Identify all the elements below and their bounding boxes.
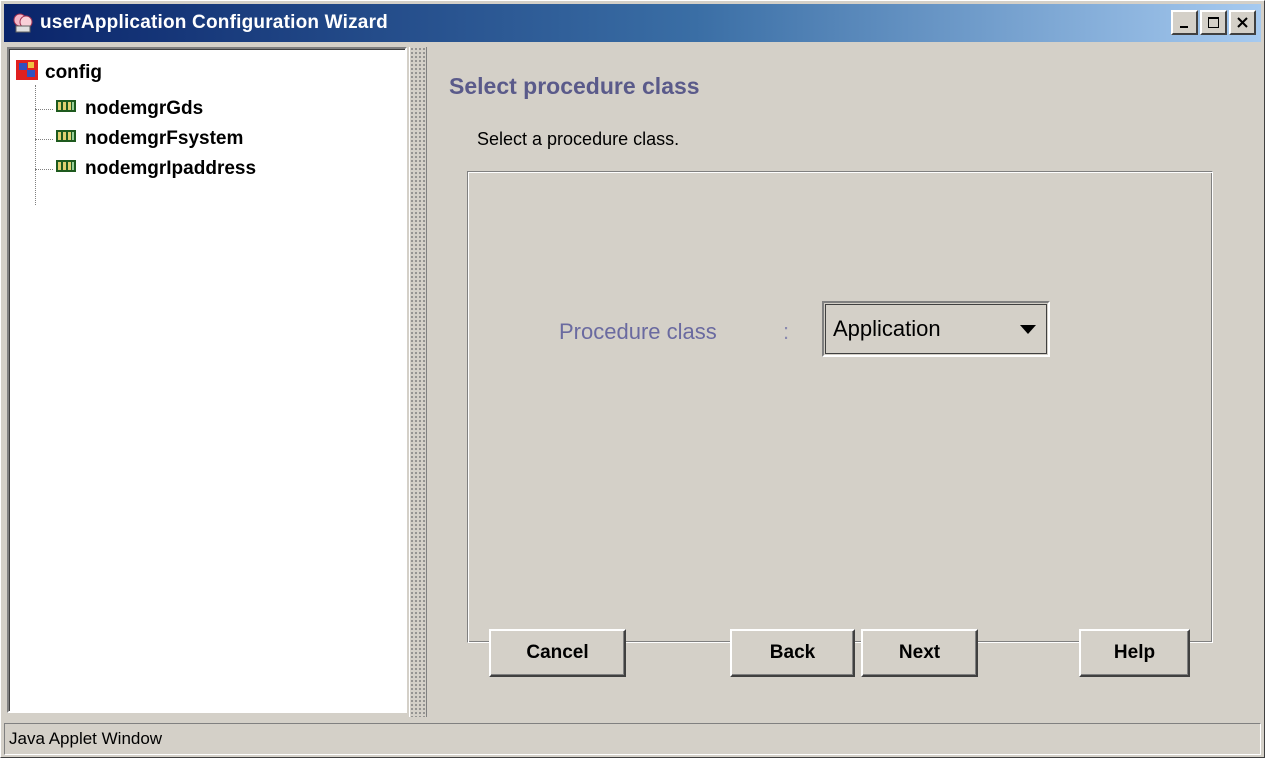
config-icon [15,59,39,87]
step-description: Select a procedure class. [477,129,680,149]
chevron-down-icon [1020,322,1036,340]
resource-tree[interactable]: config nodemgrGds nodemgrFsystem nodemgr… [7,47,407,713]
tree-connector [35,139,53,140]
minimize-icon [1179,25,1188,28]
step-title: Select procedure class [449,73,700,99]
step-content-box [467,171,1213,643]
status-bar: Java Applet Window [4,723,1261,755]
close-button[interactable] [1229,10,1256,35]
resource-icon [55,158,77,180]
tree-connector [35,169,53,170]
tree-item-label: nodemgrFsystem [85,128,244,149]
close-icon [1236,16,1248,28]
procedure-class-value: Application [833,316,941,341]
tree-item-nodemgrfsystem[interactable]: nodemgrFsystem [55,125,243,153]
tree-connector [35,109,53,110]
tree-item-config[interactable]: config [15,59,102,87]
app-icon [10,10,36,36]
title-bar[interactable]: userApplication Configuration Wizard [4,4,1261,42]
wizard-step-panel: Select procedure class Select a procedur… [431,47,1261,717]
resource-icon [55,98,77,120]
window-title: userApplication Configuration Wizard [40,12,388,33]
tree-item-nodemgrgds[interactable]: nodemgrGds [55,95,203,123]
maximize-button[interactable] [1200,10,1227,35]
cancel-button[interactable]: Cancel [489,629,626,677]
wizard-window: userApplication Configuration Wizard con… [0,0,1265,758]
procedure-class-dropdown[interactable]: Application [822,301,1050,357]
resource-icon [55,128,77,150]
tree-root-label: config [45,62,102,83]
back-button[interactable]: Back [730,629,855,677]
panel-splitter[interactable] [409,47,427,717]
maximize-icon [1207,16,1219,28]
tree-item-label: nodemgrGds [85,98,204,119]
tree-item-nodemgripaddress[interactable]: nodemgrIpaddress [55,155,256,183]
tree-item-label: nodemgrIpaddress [85,158,257,179]
field-separator: : [783,319,790,344]
procedure-class-label: Procedure class [559,319,717,344]
help-button[interactable]: Help [1079,629,1190,677]
next-button[interactable]: Next [861,629,978,677]
tree-connector [35,85,36,205]
minimize-button[interactable] [1171,10,1198,35]
